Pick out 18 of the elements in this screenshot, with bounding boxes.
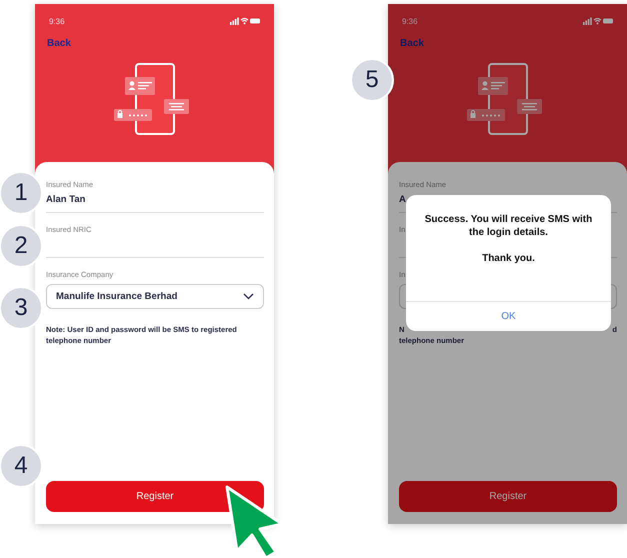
- dropdown-field[interactable]: Manulife Insurance Berhad: [46, 284, 264, 309]
- step-number: 4: [0, 444, 43, 488]
- step-number: 2: [0, 224, 43, 268]
- step-number: 5: [350, 58, 394, 102]
- input-field[interactable]: Alan Tan: [46, 194, 264, 213]
- status-time: 9:36: [49, 16, 65, 26]
- ok-button[interactable]: OK: [406, 301, 611, 331]
- back-link[interactable]: Back: [47, 38, 71, 49]
- register-button[interactable]: Register: [399, 481, 617, 512]
- chevron-down-icon: [243, 293, 254, 300]
- status-icons: [583, 17, 613, 25]
- step-number: 1: [0, 171, 43, 215]
- dialog-thanks: Thank you.: [481, 252, 536, 265]
- status-time: 9:36: [402, 16, 418, 26]
- step-number: 3: [0, 286, 43, 330]
- register-button[interactable]: Register: [46, 481, 264, 512]
- dialog-message: Success. You will receive SMS with the login details.: [424, 213, 594, 239]
- status-icons: [230, 17, 260, 25]
